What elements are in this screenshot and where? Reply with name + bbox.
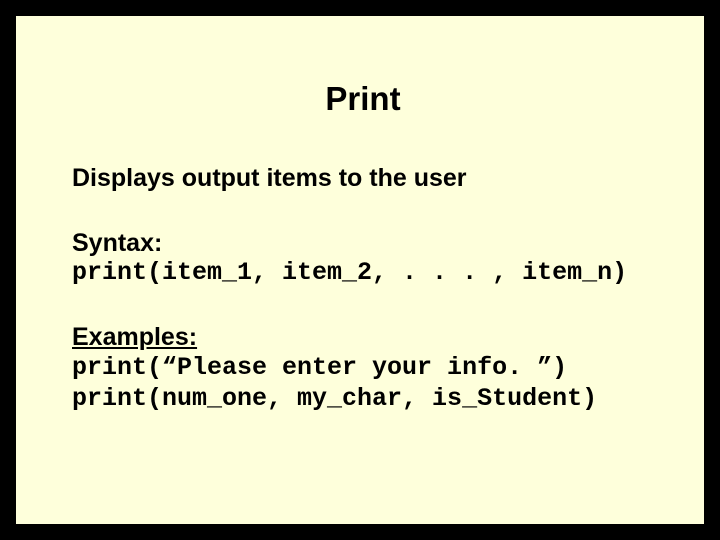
examples-label: Examples:	[72, 323, 654, 352]
example-code-2: print(num_one, my_char, is_Student)	[72, 383, 654, 414]
slide-title: Print	[72, 80, 654, 118]
slide-frame: Print Displays output items to the user …	[9, 9, 711, 531]
syntax-label: Syntax:	[72, 229, 654, 258]
syntax-code: print(item_1, item_2, . . . , item_n)	[72, 258, 654, 287]
slide: Print Displays output items to the user …	[13, 13, 707, 527]
example-code-1: print(“Please enter your info. ”)	[72, 352, 654, 383]
slide-subtitle: Displays output items to the user	[72, 164, 654, 193]
